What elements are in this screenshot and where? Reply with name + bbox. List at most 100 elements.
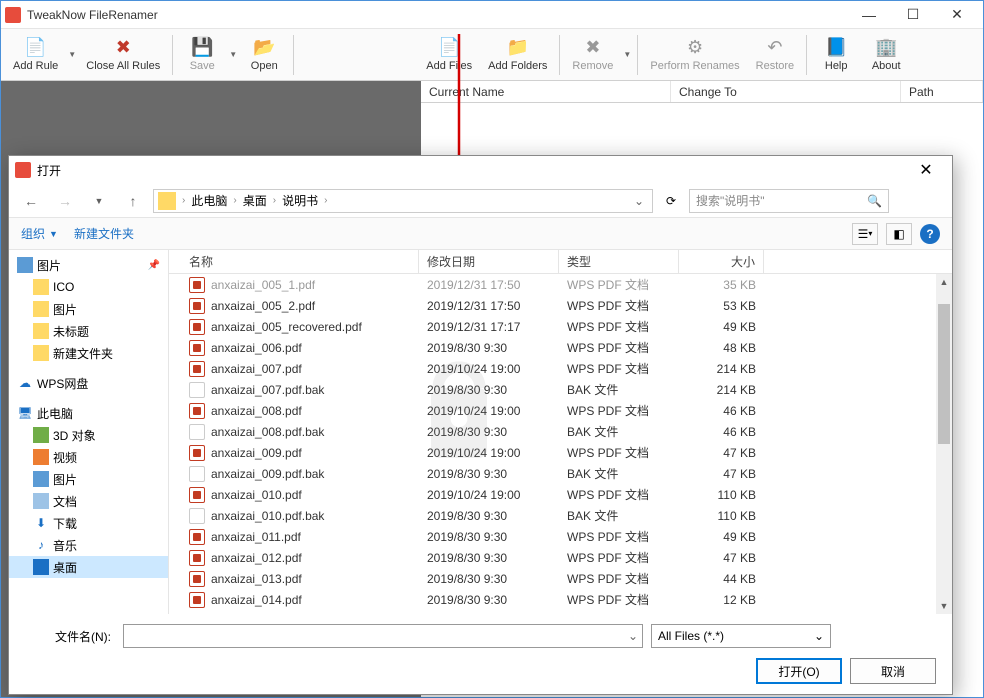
save-icon: 💾 bbox=[192, 38, 212, 58]
scroll-thumb[interactable] bbox=[938, 304, 950, 444]
file-date: 2019/10/24 19:00 bbox=[419, 404, 559, 418]
save-button[interactable]: 💾 Save bbox=[177, 31, 227, 79]
file-row[interactable]: anxaizai_012.pdf2019/8/30 9:30WPS PDF 文档… bbox=[169, 547, 952, 568]
file-row[interactable]: anxaizai_006.pdf2019/8/30 9:30WPS PDF 文档… bbox=[169, 337, 952, 358]
dialog-help-button[interactable]: ? bbox=[920, 224, 940, 244]
minimize-button[interactable]: — bbox=[847, 1, 891, 29]
file-type: WPS PDF 文档 bbox=[559, 297, 679, 314]
sidebar-item-documents[interactable]: 文档 bbox=[9, 490, 168, 512]
file-row[interactable]: anxaizai_014.pdf2019/8/30 9:30WPS PDF 文档… bbox=[169, 589, 952, 610]
close-button[interactable]: ✕ bbox=[935, 1, 979, 29]
file-row[interactable]: anxaizai_005_1.pdf2019/12/31 17:50WPS PD… bbox=[169, 274, 952, 295]
pin-icon: 📌 bbox=[148, 260, 160, 271]
sidebar-item-pictures2[interactable]: 图片 bbox=[9, 468, 168, 490]
file-size: 214 KB bbox=[679, 383, 764, 397]
file-size: 44 KB bbox=[679, 572, 764, 586]
add-files-button[interactable]: 📄 Add Files bbox=[418, 31, 480, 79]
filter-select[interactable]: All Files (*.*) ⌄ bbox=[651, 624, 831, 648]
save-dropdown[interactable]: ▼ bbox=[227, 50, 239, 59]
file-row[interactable]: anxaizai_010.pdf2019/10/24 19:00WPS PDF … bbox=[169, 484, 952, 505]
sidebar-item-downloads[interactable]: ⬇下载 bbox=[9, 512, 168, 534]
sidebar-item-newfolder[interactable]: 新建文件夹 bbox=[9, 342, 168, 364]
help-button[interactable]: 📘 Help bbox=[811, 31, 861, 79]
file-row[interactable]: anxaizai_010.pdf.bak2019/8/30 9:30BAK 文件… bbox=[169, 505, 952, 526]
file-name: anxaizai_005_recovered.pdf bbox=[211, 320, 362, 334]
file-row[interactable]: anxaizai_005_2.pdf2019/12/31 17:50WPS PD… bbox=[169, 295, 952, 316]
sidebar-item-thispc[interactable]: 🖥此电脑 bbox=[9, 402, 168, 424]
file-row[interactable]: anxaizai_005_recovered.pdf2019/12/31 17:… bbox=[169, 316, 952, 337]
file-row[interactable]: anxaizai_009.pdf.bak2019/8/30 9:30BAK 文件… bbox=[169, 463, 952, 484]
col-current-name[interactable]: Current Name bbox=[421, 81, 671, 102]
header-name[interactable]: 名称 bbox=[169, 250, 419, 273]
scroll-down-button[interactable]: ▼ bbox=[936, 598, 952, 614]
breadcrumb-dropdown[interactable]: ⌄ bbox=[630, 194, 648, 208]
header-type[interactable]: 类型 bbox=[559, 250, 679, 273]
maximize-button[interactable]: ☐ bbox=[891, 1, 935, 29]
about-button[interactable]: 🏢 About bbox=[861, 31, 911, 79]
filename-label: 文件名(N): bbox=[25, 628, 115, 645]
perform-renames-button[interactable]: ⚙ Perform Renames bbox=[642, 31, 747, 79]
file-name: anxaizai_008.pdf bbox=[211, 404, 302, 418]
restore-button[interactable]: ↶ Restore bbox=[748, 31, 803, 79]
preview-pane-button[interactable]: ◧ bbox=[886, 223, 912, 245]
sidebar-item-untitled[interactable]: 未标题 bbox=[9, 320, 168, 342]
file-row[interactable]: anxaizai_007.pdf.bak2019/8/30 9:30BAK 文件… bbox=[169, 379, 952, 400]
refresh-button[interactable]: ⟳ bbox=[659, 189, 683, 213]
sidebar-item-ico[interactable]: ICO bbox=[9, 276, 168, 298]
sidebar-item-music[interactable]: ♪音乐 bbox=[9, 534, 168, 556]
nav-recent-dropdown[interactable]: ▼ bbox=[85, 189, 113, 213]
col-path[interactable]: Path bbox=[901, 81, 983, 102]
file-row[interactable]: anxaizai_013.pdf2019/8/30 9:30WPS PDF 文档… bbox=[169, 568, 952, 589]
file-size: 214 KB bbox=[679, 362, 764, 376]
open-button[interactable]: 📂 Open bbox=[239, 31, 289, 79]
file-row[interactable]: anxaizai_009.pdf2019/10/24 19:00WPS PDF … bbox=[169, 442, 952, 463]
add-folders-button[interactable]: 📁 Add Folders bbox=[480, 31, 555, 79]
document-icon bbox=[33, 493, 49, 509]
filename-input[interactable]: ⌄ bbox=[123, 624, 643, 648]
scroll-up-button[interactable]: ▲ bbox=[936, 274, 952, 290]
nav-back-button[interactable]: ← bbox=[17, 189, 45, 213]
folder-icon bbox=[33, 301, 49, 317]
column-headers: Current Name Change To Path bbox=[421, 81, 983, 103]
pdf-icon bbox=[189, 340, 205, 356]
breadcrumb-segment[interactable]: 此电脑 bbox=[187, 192, 231, 209]
sidebar-item-wps[interactable]: ☁WPS网盘 bbox=[9, 372, 168, 394]
remove-button[interactable]: ✖ Remove bbox=[564, 31, 621, 79]
header-size[interactable]: 大小 bbox=[679, 250, 764, 273]
file-list[interactable]: anxaizai_005_1.pdf2019/12/31 17:50WPS PD… bbox=[169, 274, 952, 614]
sidebar-item-desktop[interactable]: 桌面 bbox=[9, 556, 168, 578]
search-input[interactable]: 搜索"说明书" 🔍 bbox=[689, 189, 889, 213]
file-row[interactable]: anxaizai_007.pdf2019/10/24 19:00WPS PDF … bbox=[169, 358, 952, 379]
file-row[interactable]: anxaizai_008.pdf.bak2019/8/30 9:30BAK 文件… bbox=[169, 421, 952, 442]
close-all-rules-button[interactable]: ✖ Close All Rules bbox=[78, 31, 168, 79]
col-change-to[interactable]: Change To bbox=[671, 81, 901, 102]
sidebar-item-3d[interactable]: 3D 对象 bbox=[9, 424, 168, 446]
remove-dropdown[interactable]: ▼ bbox=[621, 50, 633, 59]
header-date[interactable]: 修改日期 bbox=[419, 250, 559, 273]
open-confirm-button[interactable]: 打开(O) bbox=[756, 658, 842, 684]
organize-button[interactable]: 组织 ▼ bbox=[21, 225, 58, 242]
sidebar-item-videos[interactable]: 视频 bbox=[9, 446, 168, 468]
cancel-button[interactable]: 取消 bbox=[850, 658, 936, 684]
separator bbox=[293, 35, 294, 75]
view-mode-button[interactable]: ☰▾ bbox=[852, 223, 878, 245]
file-date: 2019/10/24 19:00 bbox=[419, 446, 559, 460]
add-rule-button[interactable]: 📄 Add Rule bbox=[5, 31, 66, 79]
sidebar-item-pictures[interactable]: 图片 bbox=[9, 298, 168, 320]
vertical-scrollbar[interactable]: ▲ ▼ bbox=[936, 274, 952, 614]
new-folder-button[interactable]: 新建文件夹 bbox=[74, 225, 134, 242]
chevron-down-icon[interactable]: ⌄ bbox=[628, 629, 638, 643]
file-row[interactable]: anxaizai_008.pdf2019/10/24 19:00WPS PDF … bbox=[169, 400, 952, 421]
search-placeholder: 搜索"说明书" bbox=[696, 192, 765, 209]
dialog-close-button[interactable]: ✕ bbox=[906, 156, 946, 184]
file-type: WPS PDF 文档 bbox=[559, 549, 679, 566]
sidebar-item-pictures-pinned[interactable]: 图片📌 bbox=[9, 254, 168, 276]
breadcrumb-segment[interactable]: 说明书 bbox=[278, 192, 322, 209]
breadcrumb[interactable]: › 此电脑 › 桌面 › 说明书 › ⌄ bbox=[153, 189, 653, 213]
file-size: 110 KB bbox=[679, 509, 764, 523]
nav-up-button[interactable]: ↑ bbox=[119, 189, 147, 213]
nav-forward-button[interactable]: → bbox=[51, 189, 79, 213]
add-rule-dropdown[interactable]: ▼ bbox=[66, 50, 78, 59]
breadcrumb-segment[interactable]: 桌面 bbox=[239, 192, 271, 209]
file-row[interactable]: anxaizai_011.pdf2019/8/30 9:30WPS PDF 文档… bbox=[169, 526, 952, 547]
